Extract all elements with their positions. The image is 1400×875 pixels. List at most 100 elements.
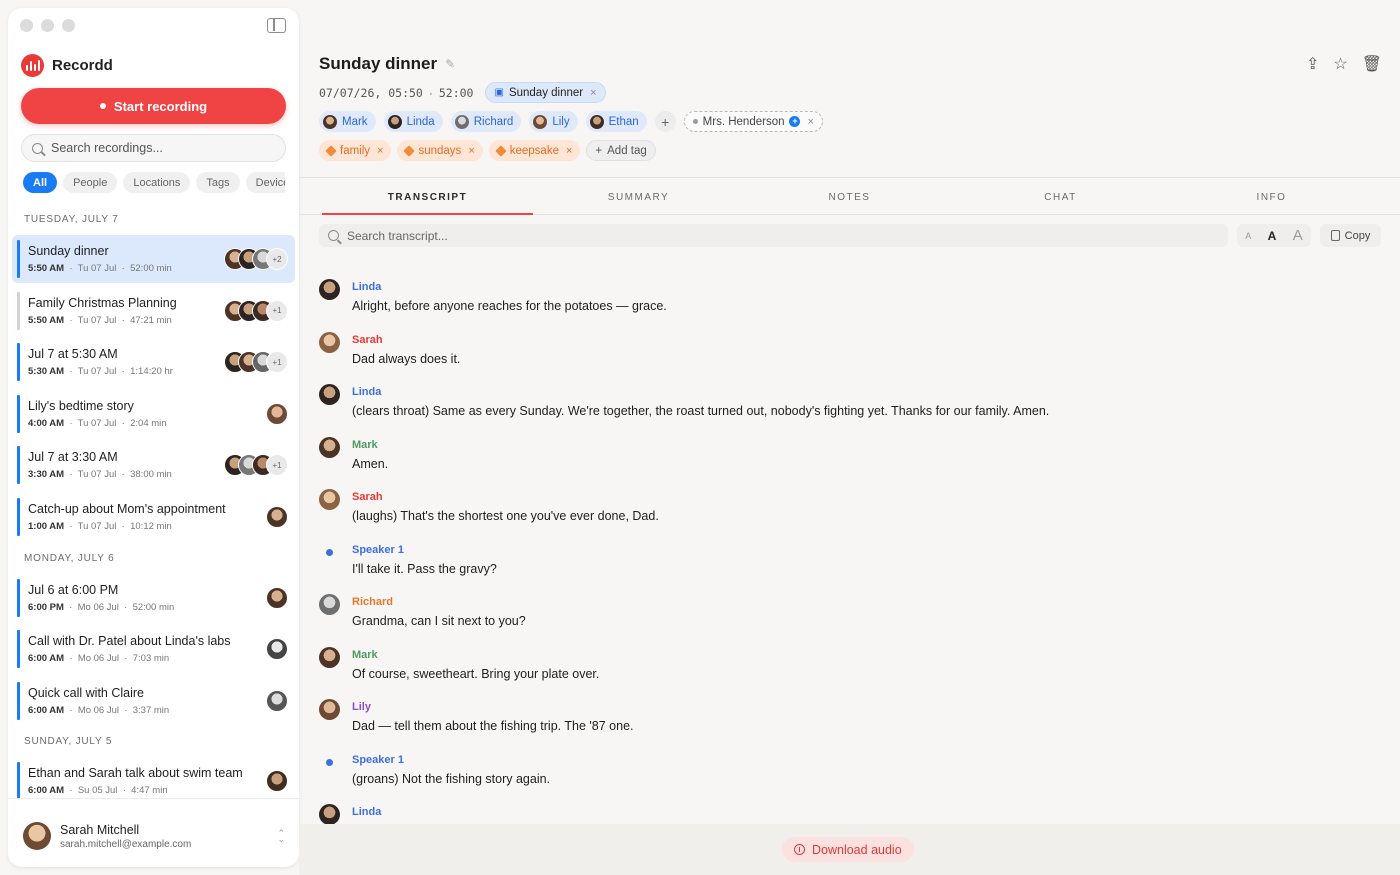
start-recording-button[interactable]: Start recording bbox=[21, 88, 286, 124]
participant-avatars bbox=[266, 770, 288, 793]
recording-item[interactable]: Ethan and Sarah talk about swim team 6:0… bbox=[12, 757, 295, 798]
recording-item[interactable]: Call with Dr. Patel about Linda's labs 6… bbox=[12, 625, 295, 673]
remove-icon[interactable]: × bbox=[468, 145, 474, 157]
recording-item[interactable]: Family Christmas Planning 5:50 AM · Tu 0… bbox=[12, 287, 295, 335]
copy-button[interactable]: Copy bbox=[1320, 224, 1381, 247]
add-person-button[interactable]: + bbox=[654, 111, 676, 132]
font-size-control: A A A bbox=[1237, 224, 1311, 247]
star-icon[interactable]: ☆ bbox=[1333, 54, 1347, 74]
recording-marker bbox=[17, 497, 20, 536]
sidebar: Recordd Start recording Search recording… bbox=[8, 8, 299, 867]
recording-item[interactable]: Catch-up about Mom's appointment 1:00 AM… bbox=[12, 493, 295, 541]
tag-pill[interactable]: keepsake × bbox=[488, 140, 581, 161]
close-window-button[interactable] bbox=[20, 19, 33, 32]
speaker-name[interactable]: Lily bbox=[352, 701, 371, 713]
minimize-window-button[interactable] bbox=[41, 19, 54, 32]
remove-icon[interactable]: × bbox=[566, 145, 572, 157]
trash-icon[interactable]: 🗑 bbox=[1362, 54, 1382, 74]
filter-devices[interactable]: Devices bbox=[245, 172, 285, 193]
participant-avatars bbox=[266, 689, 288, 712]
recording-title: Catch-up about Mom's appointment bbox=[28, 501, 226, 516]
participant-avatars bbox=[266, 505, 288, 528]
person-pill[interactable]: Lily bbox=[529, 111, 578, 132]
detail-tabs: TRANSCRIPT SUMMARY NOTES CHAT INFO bbox=[299, 177, 1400, 215]
recordings-list[interactable]: TUESDAY, JULY 7 Sunday dinner 5:50 AM · … bbox=[8, 206, 299, 798]
recording-meta: 3:30 AM · Tu 07 Jul · 38:00 min bbox=[28, 469, 172, 481]
filter-tags[interactable]: Tags bbox=[196, 172, 240, 193]
tag-pill[interactable]: family × bbox=[319, 140, 392, 161]
edit-title-icon[interactable]: ✎ bbox=[445, 57, 455, 71]
filter-locations[interactable]: Locations bbox=[123, 172, 191, 193]
speaker-name[interactable]: Mark bbox=[352, 439, 378, 451]
person-pill[interactable]: Richard bbox=[450, 111, 522, 132]
app-name: Recordd bbox=[52, 57, 113, 74]
filter-people[interactable]: People bbox=[63, 172, 118, 193]
speaker-name[interactable]: Sarah bbox=[352, 334, 383, 346]
tab-notes[interactable]: NOTES bbox=[744, 178, 955, 214]
share-icon[interactable]: ⇪ bbox=[1306, 54, 1319, 74]
avatar bbox=[319, 384, 340, 405]
remove-icon[interactable]: × bbox=[590, 87, 596, 99]
account-switcher[interactable]: Sarah Mitchell sarah.mitchell@example.co… bbox=[8, 798, 299, 867]
speaker-name[interactable]: Speaker 1 bbox=[352, 544, 404, 556]
recording-meta: 5:30 AM · Tu 07 Jul · 1:14:20 hr bbox=[28, 366, 173, 378]
font-size-medium-button[interactable]: A bbox=[1268, 229, 1277, 243]
tab-summary[interactable]: SUMMARY bbox=[533, 178, 744, 214]
speaker-name[interactable]: Sarah bbox=[352, 491, 383, 503]
more-participants-badge: +1 bbox=[266, 454, 288, 477]
recording-detail: Sunday dinner ✎ ⇪ ☆ 🗑 07/07/26, 05:50 · … bbox=[299, 0, 1400, 875]
speaker-name[interactable]: Linda bbox=[352, 386, 381, 398]
tab-chat[interactable]: CHAT bbox=[955, 178, 1166, 214]
more-participants-badge: +2 bbox=[266, 248, 288, 270]
guest-pill[interactable]: Mrs. Henderson + × bbox=[683, 111, 823, 132]
avatar bbox=[319, 436, 340, 458]
transcript-line: Richard Grandma, can I sit next to you? bbox=[299, 585, 1400, 638]
font-size-small-button[interactable]: A bbox=[1245, 231, 1251, 241]
transcript-line: Mark Amen. bbox=[299, 428, 1400, 481]
speaker-name[interactable]: Linda bbox=[352, 281, 381, 293]
person-pill[interactable]: Linda bbox=[383, 111, 443, 132]
sidebar-toggle-icon[interactable] bbox=[267, 18, 286, 33]
search-recordings-input[interactable]: Search recordings... bbox=[21, 134, 286, 162]
account-email: sarah.mitchell@example.com bbox=[60, 839, 192, 850]
font-size-large-button[interactable]: A bbox=[1293, 227, 1303, 244]
zoom-window-button[interactable] bbox=[62, 19, 75, 32]
recording-item[interactable]: Jul 7 at 5:30 AM 5:30 AM · Tu 07 Jul · 1… bbox=[12, 338, 295, 386]
filter-all[interactable]: All bbox=[23, 172, 58, 193]
filter-chips: All People Locations Tags Devices bbox=[23, 172, 285, 193]
transcript: Linda Alright, before anyone reaches for… bbox=[299, 270, 1400, 824]
tag-pill[interactable]: sundays × bbox=[397, 140, 483, 161]
add-contact-icon[interactable]: + bbox=[789, 116, 801, 127]
speaker-name[interactable]: Speaker 1 bbox=[352, 754, 404, 766]
recording-item[interactable]: Jul 7 at 3:30 AM 3:30 AM · Tu 07 Jul · 3… bbox=[12, 441, 295, 489]
transcript-search-input[interactable]: Search transcript... bbox=[319, 224, 1228, 247]
tag-label: sundays bbox=[418, 144, 462, 157]
recording-meta: 4:00 AM · Tu 07 Jul · 2:04 min bbox=[28, 417, 167, 429]
person-pill[interactable]: Ethan bbox=[585, 111, 647, 132]
recording-meta: 5:50 AM · Tu 07 Jul · 47:21 min bbox=[28, 314, 172, 326]
recording-marker bbox=[17, 630, 20, 669]
speaker-name[interactable]: Linda bbox=[352, 806, 381, 818]
speaker-name[interactable]: Richard bbox=[352, 596, 393, 608]
avatar bbox=[319, 646, 340, 668]
recording-item[interactable]: Sunday dinner 5:50 AM · Tu 07 Jul · 52:0… bbox=[12, 235, 295, 283]
tab-info[interactable]: INFO bbox=[1166, 178, 1377, 214]
tab-transcript[interactable]: TRANSCRIPT bbox=[322, 178, 533, 215]
avatar bbox=[266, 638, 288, 661]
person-pill[interactable]: Mark bbox=[319, 111, 376, 132]
utterance-text: Dad — tell them about the fishing trip. … bbox=[352, 719, 634, 733]
recording-item[interactable]: Jul 6 at 6:00 PM 6:00 PM · Mo 06 Jul · 5… bbox=[12, 574, 295, 622]
download-audio-button[interactable]: Download audio bbox=[782, 837, 914, 862]
speaker-name[interactable]: Mark bbox=[352, 649, 378, 661]
recording-meta: 6:00 AM · Mo 06 Jul · 7:03 min bbox=[28, 653, 170, 665]
tag-label: keepsake bbox=[509, 144, 559, 157]
day-header: SUNDAY, JULY 5 bbox=[24, 736, 113, 748]
more-participants-badge: +1 bbox=[266, 299, 288, 322]
remove-icon[interactable]: × bbox=[807, 116, 813, 128]
recording-item[interactable]: Lily's bedtime story 4:00 AM · Tu 07 Jul… bbox=[12, 390, 295, 438]
recording-item[interactable]: Quick call with Claire 6:00 AM · Mo 06 J… bbox=[12, 677, 295, 725]
calendar-event-pill[interactable]: ▣ Sunday dinner × bbox=[485, 82, 606, 103]
tag-icon bbox=[495, 144, 507, 157]
remove-icon[interactable]: × bbox=[377, 145, 383, 157]
add-tag-button[interactable]: + Add tag bbox=[586, 140, 656, 161]
